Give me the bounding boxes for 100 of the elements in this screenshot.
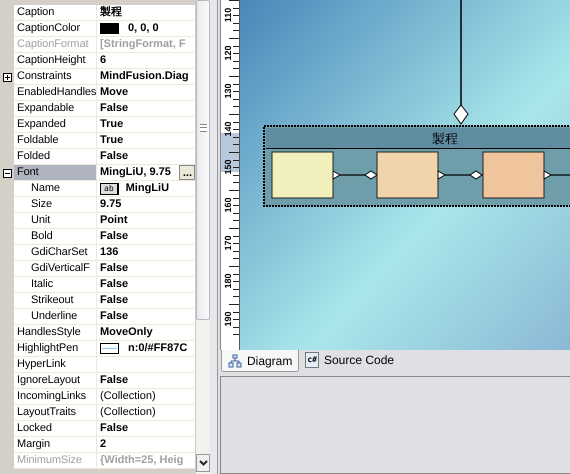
process-node[interactable] bbox=[376, 152, 438, 198]
property-name[interactable]: IncomingLinks bbox=[14, 389, 97, 405]
value-cell[interactable] bbox=[97, 357, 196, 373]
ruler-label: 160 bbox=[223, 196, 233, 215]
value-cell[interactable]: (Collection) bbox=[97, 389, 196, 405]
property-name[interactable]: Unit bbox=[14, 213, 97, 229]
color-swatch bbox=[100, 343, 119, 354]
property-name[interactable]: Constraints bbox=[14, 69, 97, 85]
ruler-label: 140 bbox=[223, 120, 233, 139]
property-name[interactable]: Expanded bbox=[14, 117, 97, 133]
property-name[interactable]: Name bbox=[14, 181, 97, 197]
scrollbar[interactable] bbox=[195, 0, 210, 474]
property-name[interactable]: Expandable bbox=[14, 101, 97, 117]
value-cell[interactable]: 9.75 bbox=[97, 197, 196, 213]
value-cell[interactable]: False bbox=[97, 421, 196, 437]
tab[interactable]: Diagram bbox=[221, 350, 300, 372]
property-name[interactable]: Folded bbox=[14, 149, 97, 165]
scroll-thumb[interactable] bbox=[196, 0, 210, 320]
value-cell[interactable]: False bbox=[97, 149, 196, 165]
property-value: {Width=25, Heig bbox=[100, 453, 184, 468]
ellipsis-button[interactable]: ... bbox=[179, 165, 196, 180]
diagram-canvas[interactable]: 製程 bbox=[240, 0, 570, 350]
property-value: False bbox=[100, 277, 128, 292]
value-cell[interactable]: 136 bbox=[97, 245, 196, 261]
property-value: MingLiU, 9.75 bbox=[100, 165, 171, 180]
property-name[interactable]: EnabledHandles bbox=[14, 85, 97, 101]
property-name[interactable]: Italic bbox=[14, 277, 97, 293]
property-name[interactable]: Margin bbox=[14, 437, 97, 453]
hierarchy-icon bbox=[228, 354, 242, 368]
property-value: False bbox=[100, 261, 128, 276]
value-cell[interactable]: False bbox=[97, 101, 196, 117]
value-cell[interactable]: Move bbox=[97, 85, 196, 101]
property-name[interactable]: CaptionHeight bbox=[14, 53, 97, 69]
ruler-label: 190 bbox=[223, 310, 233, 329]
process-node[interactable] bbox=[482, 152, 544, 198]
property-name[interactable]: Size bbox=[14, 197, 97, 213]
scroll-down-button[interactable] bbox=[196, 454, 210, 472]
property-value: MindFusion.Diag bbox=[100, 69, 189, 84]
value-cell[interactable]: MingLiU, 9.75 ... bbox=[97, 165, 196, 181]
ruler-label: 150 bbox=[223, 158, 233, 177]
value-cell[interactable]: True bbox=[97, 133, 196, 149]
property-name[interactable]: Bold bbox=[14, 229, 97, 245]
link-arrow[interactable] bbox=[453, 0, 469, 125]
value-cell[interactable]: False bbox=[97, 229, 196, 245]
value-cell[interactable]: n:0/#FF87C bbox=[97, 341, 196, 357]
property-name[interactable]: IgnoreLayout bbox=[14, 373, 97, 389]
property-name[interactable]: Strikeout bbox=[14, 293, 97, 309]
property-name[interactable]: HandlesStyle bbox=[14, 325, 97, 341]
ruler-label: 180 bbox=[223, 272, 233, 291]
property-value: False bbox=[100, 149, 128, 164]
value-cell[interactable]: 2 bbox=[97, 437, 196, 453]
property-name[interactable]: Caption bbox=[14, 5, 97, 21]
value-cell[interactable]: Point bbox=[97, 213, 196, 229]
link-arrow[interactable] bbox=[332, 170, 378, 180]
value-cell[interactable]: 6 bbox=[97, 53, 196, 69]
expand-icon[interactable] bbox=[2, 72, 12, 82]
property-value: False bbox=[100, 101, 128, 116]
property-value: False bbox=[100, 309, 128, 324]
property-value: 9.75 bbox=[100, 197, 122, 212]
property-name[interactable]: HyperLink bbox=[14, 357, 97, 373]
property-value: (Collection) bbox=[100, 389, 156, 404]
tab[interactable]: c# Source Code bbox=[299, 350, 400, 370]
value-cell[interactable]: (Collection) bbox=[97, 405, 196, 421]
link-arrow[interactable] bbox=[544, 170, 570, 180]
code-icon: c# bbox=[305, 352, 319, 368]
property-name[interactable]: GdiVerticalF bbox=[14, 261, 97, 277]
property-name[interactable]: LayoutTraits bbox=[14, 405, 97, 421]
property-value: False bbox=[100, 373, 128, 388]
property-name[interactable]: Font bbox=[14, 165, 97, 181]
value-cell[interactable]: False bbox=[97, 373, 196, 389]
property-name[interactable]: Foldable bbox=[14, 133, 97, 149]
process-node[interactable] bbox=[272, 152, 334, 198]
value-cell[interactable]: False bbox=[97, 293, 196, 309]
property-name[interactable]: Underline bbox=[14, 309, 97, 325]
property-value: 0, 0, 0 bbox=[128, 21, 159, 36]
value-cell[interactable]: False bbox=[97, 261, 196, 277]
collapse-icon[interactable] bbox=[2, 168, 12, 178]
value-cell[interactable]: False bbox=[97, 277, 196, 293]
value-cell[interactable]: ab MingLiU bbox=[97, 181, 196, 197]
property-value: n:0/#FF87C bbox=[128, 341, 188, 356]
value-cell[interactable]: False bbox=[97, 309, 196, 325]
property-value: True bbox=[100, 133, 124, 148]
property-name[interactable]: GdiCharSet bbox=[14, 245, 97, 261]
grip-icon bbox=[200, 124, 207, 132]
property-name[interactable]: CaptionColor bbox=[14, 21, 97, 37]
property-value: [StringFormat, F bbox=[100, 37, 186, 52]
property-name[interactable]: HighlightPen bbox=[14, 341, 97, 357]
property-name[interactable]: Locked bbox=[14, 421, 97, 437]
value-cell[interactable]: MindFusion.Diag bbox=[97, 69, 196, 85]
ruler-label: 130 bbox=[223, 82, 233, 101]
font-preview-icon: ab bbox=[100, 182, 119, 194]
ruler-label: 170 bbox=[223, 234, 233, 253]
value-cell[interactable]: True bbox=[97, 117, 196, 133]
property-value: 6 bbox=[100, 53, 106, 68]
property-value: True bbox=[100, 117, 124, 132]
property-value: MoveOnly bbox=[100, 325, 153, 340]
value-cell[interactable]: MoveOnly bbox=[97, 325, 196, 341]
value-cell[interactable]: 製程 bbox=[97, 5, 196, 21]
link-arrow[interactable] bbox=[438, 170, 483, 180]
value-cell[interactable]: 0, 0, 0 bbox=[97, 21, 196, 37]
